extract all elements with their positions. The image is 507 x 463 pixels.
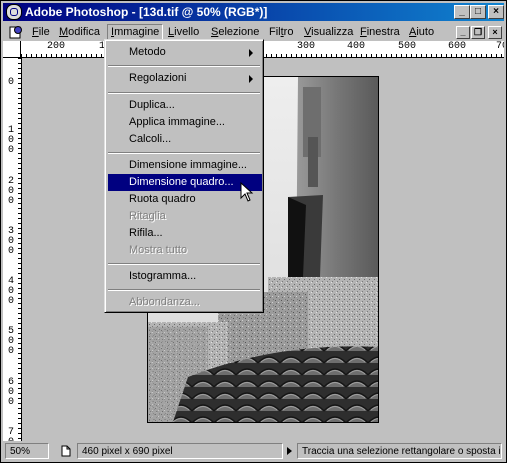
menu-separator: [108, 289, 260, 291]
menu-item-calcoli[interactable]: Calcoli...: [108, 131, 262, 148]
menu-separator: [108, 65, 260, 67]
zoom-level[interactable]: 50%: [5, 443, 49, 459]
menu-item-regolazioni[interactable]: Regolazioni: [108, 70, 262, 87]
vertical-ruler[interactable]: 0 1 0 0 2 0 0 3 0 0 4 0 0 5 0 0 6 0 0 7 …: [3, 58, 22, 441]
ruler-label: 1 0 0: [8, 125, 15, 156]
menu-filtro[interactable]: Filtro: [266, 25, 296, 40]
menu-item-dimensione-quadro[interactable]: Dimensione quadro...: [108, 174, 262, 191]
document-size: 460 pixel x 690 pixel: [77, 443, 283, 459]
menu-item-duplica[interactable]: Duplica...: [108, 97, 262, 114]
menu-livello[interactable]: Livello: [165, 25, 202, 40]
menu-item-ritaglia[interactable]: Ritaglia: [108, 208, 262, 225]
menu-separator: [108, 152, 260, 154]
ruler-label: 200: [47, 41, 66, 52]
menu-aiuto[interactable]: Aiuto: [406, 25, 437, 40]
ruler-label: 300: [297, 41, 316, 52]
menu-separator: [108, 263, 260, 265]
menu-selezione[interactable]: Selezione: [208, 25, 262, 40]
doc-restore-button[interactable]: ❐: [471, 26, 485, 39]
ruler-label: 7 0: [8, 427, 15, 442]
menu-item-rifila[interactable]: Rifila...: [108, 225, 262, 242]
menu-file[interactable]: File: [29, 25, 53, 40]
maximize-button[interactable]: □: [470, 5, 486, 19]
doc-close-button[interactable]: ×: [488, 26, 502, 39]
ruler-origin[interactable]: [3, 41, 21, 58]
status-menu-arrow-icon[interactable]: [287, 447, 292, 455]
status-bar: 50% 460 pixel x 690 pixel Traccia una se…: [3, 442, 504, 460]
photoshop-app-icon[interactable]: [6, 4, 22, 20]
minimize-button[interactable]: _: [454, 5, 470, 19]
close-button[interactable]: ×: [488, 5, 504, 19]
menu-finestra[interactable]: Finestra: [357, 25, 403, 40]
menu-modifica[interactable]: Modifica: [56, 25, 103, 40]
photoshop-window: Adobe Photoshop - [13d.tif @ 50% (RGB*)]…: [0, 0, 507, 463]
menu-item-applica-immagine[interactable]: Applica immagine...: [108, 114, 262, 131]
ruler-label: 400: [347, 41, 366, 52]
document-info-icon[interactable]: [61, 445, 71, 457]
menu-item-ruota-quadro[interactable]: Ruota quadro: [108, 191, 262, 208]
ruler-label: 5 0 0: [8, 326, 15, 357]
menu-item-metodo[interactable]: Metodo: [108, 44, 262, 61]
mouse-cursor-icon: [240, 182, 254, 202]
immagine-dropdown-menu: Metodo Regolazioni Duplica... Applica im…: [104, 39, 264, 313]
document-icon[interactable]: [9, 25, 23, 39]
ruler-label: 4 0 0: [8, 276, 15, 307]
title-bar[interactable]: Adobe Photoshop - [13d.tif @ 50% (RGB*)]…: [3, 3, 504, 21]
menu-item-abbondanza[interactable]: Abbondanza...: [108, 294, 262, 311]
ruler-label: 600: [448, 41, 467, 52]
status-hint: Traccia una selezione rettangolare o spo…: [297, 443, 502, 459]
ruler-label: 2 0 0: [8, 176, 15, 207]
ruler-label: 500: [398, 41, 417, 52]
menu-item-dimensione-immagine[interactable]: Dimensione immagine...: [108, 157, 262, 174]
doc-minimize-button[interactable]: _: [456, 26, 470, 39]
ruler-label: 6 0 0: [8, 377, 15, 408]
window-title: Adobe Photoshop - [13d.tif @ 50% (RGB*)]: [25, 5, 268, 19]
menu-separator: [108, 92, 260, 94]
ruler-label: 0: [8, 77, 15, 88]
submenu-arrow-icon: [249, 49, 253, 57]
submenu-arrow-icon: [249, 75, 253, 83]
menu-item-mostra-tutto[interactable]: Mostra tutto: [108, 242, 262, 259]
ruler-label: 3 0 0: [8, 226, 15, 257]
menu-item-istogramma[interactable]: Istogramma...: [108, 268, 262, 285]
ruler-label: 700: [496, 41, 504, 52]
menu-visualizza[interactable]: Visualizza: [301, 25, 356, 40]
